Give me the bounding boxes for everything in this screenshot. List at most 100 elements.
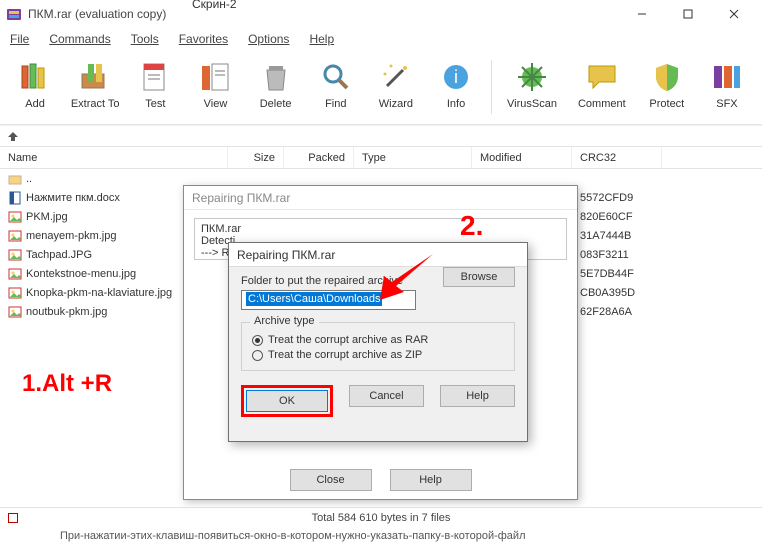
toolbar-extract[interactable]: Extract To xyxy=(66,56,124,120)
close-button[interactable]: Close xyxy=(290,469,372,491)
col-modified[interactable]: Modified xyxy=(472,147,572,168)
file-icon xyxy=(8,305,22,319)
col-type[interactable]: Type xyxy=(354,147,472,168)
file-name: Tachpad.JPG xyxy=(26,249,92,261)
dialog-title: Repairing ПКМ.rar xyxy=(229,243,527,267)
toolbar-label: Test xyxy=(145,98,165,110)
file-name: menayem-pkm.jpg xyxy=(26,230,116,242)
toolbar-label: Protect xyxy=(649,98,684,110)
toolbar-label: Find xyxy=(325,98,346,110)
toolbar-virusscan[interactable]: VirusScan xyxy=(498,56,566,120)
archive-type-group: Archive type Treat the corrupt archive a… xyxy=(241,322,515,371)
cancel-button[interactable]: Cancel xyxy=(349,385,424,407)
comment-icon xyxy=(585,60,619,94)
annotation-step1: 1.Alt +R xyxy=(22,370,112,398)
toolbar-sfx[interactable]: SFX xyxy=(698,56,756,120)
file-icon xyxy=(8,286,22,300)
file-crc: 5572CFD9 xyxy=(572,192,662,204)
help-button[interactable]: Help xyxy=(440,385,515,407)
col-packed[interactable]: Packed xyxy=(284,147,354,168)
folder-input[interactable]: C:\Users\Саша\Downloads xyxy=(241,290,416,310)
virus-icon xyxy=(515,60,549,94)
window-title: ПКМ.rar (evaluation copy) xyxy=(28,7,620,21)
status-led-icon xyxy=(8,513,18,523)
toolbar-label: Add xyxy=(25,98,45,110)
toolbar-label: Info xyxy=(447,98,465,110)
titlebar: ПКМ.rar (evaluation copy) xyxy=(0,0,762,28)
pathbar[interactable] xyxy=(0,125,762,147)
toolbar-protect[interactable]: Protect xyxy=(638,56,696,120)
shield-icon xyxy=(650,60,684,94)
file-crc: CB0A395D xyxy=(572,287,662,299)
browse-button[interactable]: Browse xyxy=(443,267,515,287)
help-button[interactable]: Help xyxy=(390,469,472,491)
external-tab-label: Скрин-2 xyxy=(192,0,237,11)
toolbar-find[interactable]: Find xyxy=(307,56,365,120)
toolbar-separator xyxy=(491,60,492,114)
file-icon xyxy=(8,229,22,243)
svg-text:i: i xyxy=(454,67,458,87)
ok-button[interactable]: OK xyxy=(246,390,328,412)
maximize-button[interactable] xyxy=(666,1,710,27)
menu-file[interactable]: File xyxy=(2,30,37,48)
ok-highlight: OK xyxy=(241,385,333,417)
toolbar-label: Delete xyxy=(260,98,292,110)
file-crc: 31A7444B xyxy=(572,230,662,242)
menu-favorites[interactable]: Favorites xyxy=(171,30,236,48)
menu-options[interactable]: Options xyxy=(240,30,297,48)
dialog-repair-options: Repairing ПКМ.rar Browse Folder to put t… xyxy=(228,242,528,442)
dialog-title: Repairing ПКМ.rar xyxy=(184,186,577,210)
file-icon xyxy=(8,172,22,186)
file-icon xyxy=(8,191,22,205)
toolbar-label: SFX xyxy=(716,98,737,110)
toolbar-view[interactable]: View xyxy=(186,56,244,120)
find-icon xyxy=(319,60,353,94)
books-icon xyxy=(18,60,52,94)
col-size[interactable]: Size xyxy=(228,147,284,168)
toolbar-label: VirusScan xyxy=(507,98,557,110)
list-header[interactable]: Name Size Packed Type Modified CRC32 xyxy=(0,147,762,169)
trash-icon xyxy=(259,60,293,94)
col-name[interactable]: Name xyxy=(0,147,228,168)
toolbar: Add Extract To Test View Delete Find Wiz… xyxy=(0,50,762,125)
minimize-button[interactable] xyxy=(620,1,664,27)
file-crc: 62F28A6A xyxy=(572,306,662,318)
toolbar-label: Comment xyxy=(578,98,626,110)
winrar-icon xyxy=(6,6,22,22)
group-label: Archive type xyxy=(250,315,319,327)
menu-help[interactable]: Help xyxy=(301,30,342,48)
menu-tools[interactable]: Tools xyxy=(123,30,167,48)
test-icon xyxy=(138,60,172,94)
toolbar-add[interactable]: Add xyxy=(6,56,64,120)
menu-commands[interactable]: Commands xyxy=(41,30,118,48)
toolbar-comment[interactable]: Comment xyxy=(568,56,636,120)
radio-rar[interactable]: Treat the corrupt archive as RAR xyxy=(252,334,504,346)
menubar: File Commands Tools Favorites Options He… xyxy=(0,28,762,50)
toolbar-delete[interactable]: Delete xyxy=(247,56,305,120)
file-name: Нажмите пкм.docx xyxy=(26,192,120,204)
close-button[interactable] xyxy=(712,1,756,27)
wand-icon xyxy=(379,60,413,94)
statusbar: Total 584 610 bytes in 7 files xyxy=(0,507,762,527)
toolbar-wizard[interactable]: Wizard xyxy=(367,56,425,120)
sfx-icon xyxy=(710,60,744,94)
file-icon xyxy=(8,267,22,281)
toolbar-info[interactable]: i Info xyxy=(427,56,485,120)
file-name: noutbuk-pkm.jpg xyxy=(26,306,107,318)
extract-icon xyxy=(78,60,112,94)
radio-zip[interactable]: Treat the corrupt archive as ZIP xyxy=(252,349,504,361)
file-crc: 820E60CF xyxy=(572,211,662,223)
file-icon xyxy=(8,210,22,224)
annotation-step2: 2. xyxy=(460,210,483,242)
toolbar-label: Extract To xyxy=(71,98,120,110)
file-name: Kontekstnoe-menu.jpg xyxy=(26,268,136,280)
file-name: .. xyxy=(26,173,32,185)
toolbar-test[interactable]: Test xyxy=(126,56,184,120)
toolbar-label: View xyxy=(204,98,228,110)
up-arrow-icon[interactable] xyxy=(6,129,20,143)
col-crc[interactable]: CRC32 xyxy=(572,147,662,168)
file-name: Knopka-pkm-na-klaviature.jpg xyxy=(26,287,172,299)
file-crc: 5E7DB44F xyxy=(572,268,662,280)
info-icon: i xyxy=(439,60,473,94)
status-text: Total 584 610 bytes in 7 files xyxy=(312,512,451,524)
